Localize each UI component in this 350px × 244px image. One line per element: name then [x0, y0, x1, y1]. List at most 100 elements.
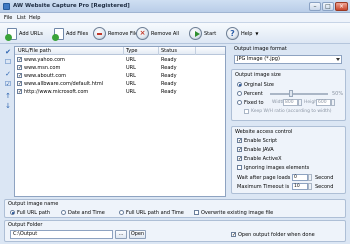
- fixed-size-radio[interactable]: [237, 100, 242, 105]
- row-type: URL: [126, 89, 136, 95]
- height-input[interactable]: 600: [316, 99, 331, 106]
- table-row[interactable]: ✓ www.yahoo.com URL Ready: [15, 56, 225, 64]
- height-spinner[interactable]: [331, 99, 335, 106]
- toolbar: Add URLs Add Files Remove File × Remove …: [0, 23, 350, 44]
- percent-slider[interactable]: [270, 93, 328, 95]
- wait-spinner[interactable]: [308, 174, 312, 181]
- start-button[interactable]: Start: [189, 26, 216, 41]
- keep-ratio-checkbox[interactable]: [244, 109, 249, 114]
- percent-radio[interactable]: [237, 91, 242, 96]
- output-format-select[interactable]: JPG Image (*.jpg): [234, 55, 342, 64]
- chevron-down-icon: ▼: [255, 31, 259, 36]
- ignoring-images-checkbox[interactable]: [237, 165, 242, 170]
- timeout-unit: Second: [315, 184, 334, 190]
- add-document-icon: [5, 27, 17, 41]
- row-checkbox[interactable]: ✓: [17, 65, 22, 71]
- full-url-date-label: Full URL path and Time: [126, 210, 184, 216]
- chevron-down-icon: [336, 58, 340, 61]
- menu-help[interactable]: Help: [29, 15, 40, 21]
- wait-input[interactable]: 0: [292, 174, 308, 181]
- row-checkbox[interactable]: ✓: [17, 89, 22, 95]
- select-icon[interactable]: ☑: [4, 80, 12, 88]
- add-files-icon: [52, 26, 67, 41]
- enable-script-label: Enable Script: [244, 138, 278, 144]
- row-url: www.allbware.com/default.html: [24, 81, 104, 87]
- output-name-label: Output image name: [8, 201, 59, 207]
- table-row[interactable]: ✓ http://www.microsoft.com URL Ready: [15, 88, 225, 96]
- remove-icon: [93, 27, 106, 40]
- row-checkbox[interactable]: ✓: [17, 81, 22, 87]
- row-url: www.msn.com: [24, 65, 61, 71]
- wait-unit: Second: [315, 175, 334, 181]
- help-icon: ?: [226, 27, 239, 40]
- wait-label: Wait after page loads: [237, 175, 291, 181]
- maximize-button[interactable]: □: [322, 2, 334, 11]
- table-row[interactable]: ✓ www.allbware.com/default.html URL Read…: [15, 80, 225, 88]
- remove-all-label: Remove All: [151, 30, 180, 37]
- check-icon[interactable]: ✓: [4, 70, 12, 78]
- original-size-label: Orginal Size: [244, 82, 274, 88]
- output-format-value: JPG Image (*.jpg): [237, 56, 280, 62]
- row-type: URL: [126, 65, 136, 71]
- table-row[interactable]: ✓ www.aboutt.com URL Ready: [15, 72, 225, 80]
- enable-java-label: Enable JAVA: [244, 147, 274, 153]
- add-urls-button[interactable]: Add URLs: [5, 26, 43, 41]
- output-format-label: Output image format: [234, 46, 287, 52]
- original-size-radio[interactable]: [237, 82, 242, 87]
- row-type: URL: [126, 73, 136, 79]
- add-files-button[interactable]: Add Files: [52, 26, 89, 41]
- enable-java-checkbox[interactable]: ✓: [237, 147, 242, 153]
- row-status: Ready: [161, 65, 177, 71]
- row-checkbox[interactable]: ✓: [17, 57, 22, 63]
- move-up-icon[interactable]: ↑: [4, 92, 12, 100]
- uncheck-all-icon[interactable]: ☐: [4, 58, 12, 66]
- full-url-radio[interactable]: [10, 210, 15, 215]
- url-list-table[interactable]: URL/File path Type Status ✓ www.yahoo.co…: [14, 46, 226, 197]
- remove-file-button[interactable]: Remove File: [93, 26, 138, 41]
- fixed-size-label: Fixed to: [244, 100, 264, 106]
- table-row[interactable]: ✓ www.msn.com URL Ready: [15, 64, 225, 72]
- overwrite-checkbox[interactable]: [194, 210, 199, 215]
- enable-activex-label: Enable ActiveX: [244, 156, 282, 162]
- date-time-radio[interactable]: [61, 210, 66, 215]
- width-input[interactable]: 800: [283, 99, 298, 106]
- output-name-panel: Output image name Full URL path Date and…: [4, 199, 346, 218]
- close-button[interactable]: ×: [335, 2, 348, 11]
- menu-file[interactable]: File: [4, 15, 12, 21]
- column-header-url[interactable]: URL/File path: [18, 48, 51, 54]
- start-label: Start: [204, 30, 217, 37]
- column-header-type[interactable]: Type: [126, 48, 137, 54]
- timeout-input[interactable]: 10: [292, 183, 308, 190]
- output-folder-input[interactable]: C:\Output: [10, 230, 113, 239]
- row-status: Ready: [161, 81, 177, 87]
- percent-slider-thumb[interactable]: [289, 90, 293, 97]
- enable-script-checkbox[interactable]: ✓: [237, 138, 242, 144]
- column-header-status[interactable]: Status: [161, 48, 177, 54]
- full-url-label: Full URL path: [17, 210, 51, 216]
- row-type: URL: [126, 57, 136, 63]
- row-url: www.aboutt.com: [24, 73, 67, 79]
- open-when-done-checkbox[interactable]: ✓: [231, 232, 236, 238]
- check-all-icon[interactable]: ✔: [4, 48, 12, 56]
- output-size-label: Output image size: [235, 72, 281, 78]
- add-files-label: Add Files: [66, 30, 89, 37]
- full-url-date-radio[interactable]: [119, 210, 124, 215]
- move-down-icon[interactable]: ↓: [4, 102, 12, 110]
- date-time-label: Date and Time: [68, 210, 105, 216]
- timeout-spinner[interactable]: [308, 183, 312, 190]
- row-status: Ready: [161, 89, 177, 95]
- website-access-panel: Website access control ✓ Enable Script ✓…: [231, 126, 346, 194]
- play-icon: [189, 27, 202, 40]
- menu-list[interactable]: List: [17, 15, 26, 21]
- help-button[interactable]: ? Help ▼: [226, 26, 258, 41]
- browse-button[interactable]: ...: [115, 230, 127, 239]
- row-checkbox[interactable]: ✓: [17, 73, 22, 79]
- window-title: AW Website Capture Pro [Registered]: [13, 3, 130, 9]
- width-spinner[interactable]: [298, 99, 302, 106]
- keep-ratio-label: Keep W/H ratio (according to width): [251, 109, 332, 114]
- open-folder-button[interactable]: Open: [129, 230, 146, 239]
- remove-all-button[interactable]: × Remove All: [136, 26, 179, 41]
- minimize-button[interactable]: –: [309, 2, 321, 11]
- row-status: Ready: [161, 57, 177, 63]
- enable-activex-checkbox[interactable]: ✓: [237, 156, 242, 162]
